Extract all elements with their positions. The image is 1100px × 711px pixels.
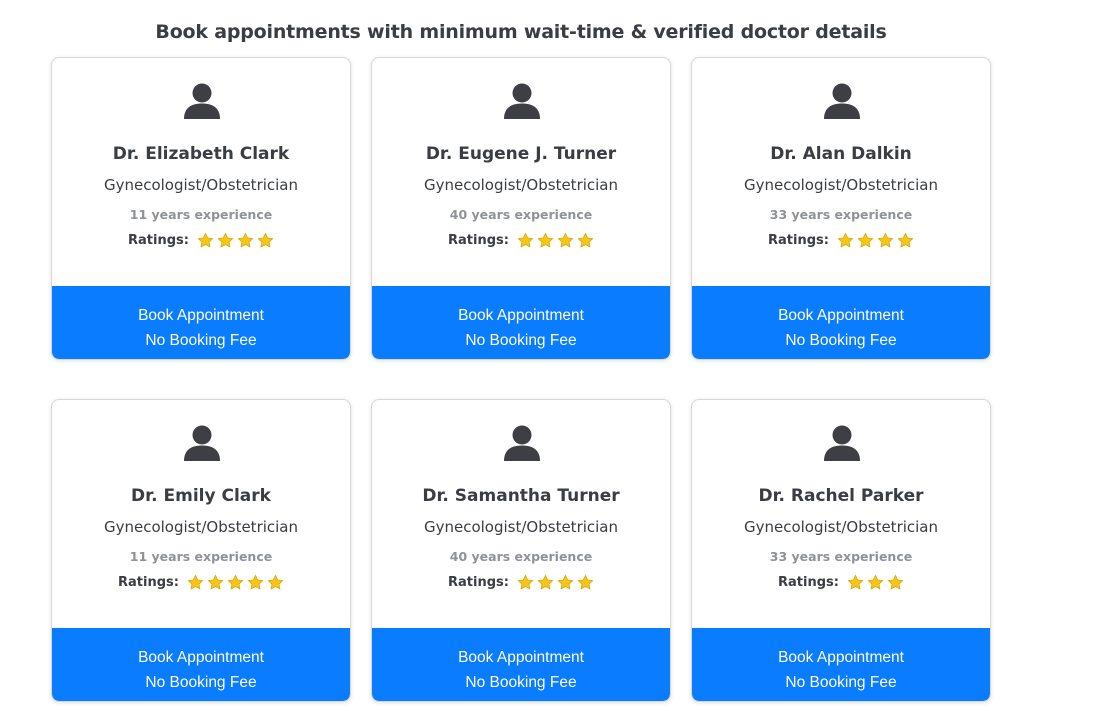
page: Book appointments with minimum wait-time… <box>0 0 1100 711</box>
book-appointment-button[interactable]: Book Appointment No Booking Fee <box>52 286 350 359</box>
book-appointment-button[interactable]: Book Appointment No Booking Fee <box>692 628 990 701</box>
doctor-name: Dr. Alan Dalkin <box>770 144 912 164</box>
page-title: Book appointments with minimum wait-time… <box>155 21 887 43</box>
star-icon <box>867 574 884 590</box>
booking-fee-label: No Booking Fee <box>465 674 577 691</box>
doctor-card: Dr. Alan Dalkin Gynecologist/Obstetricia… <box>691 57 991 360</box>
doctor-specialty: Gynecologist/Obstetrician <box>103 176 299 194</box>
doctor-name: Dr. Rachel Parker <box>758 486 924 506</box>
ratings: Ratings: <box>372 574 670 591</box>
booking-fee-label: No Booking Fee <box>145 332 257 349</box>
doctor-name: Dr. Samantha Turner <box>422 486 620 506</box>
star-icon <box>557 232 574 248</box>
star-icon <box>537 232 554 248</box>
ratings: Ratings: <box>692 232 990 249</box>
star-icon <box>197 232 214 248</box>
book-appointment-button[interactable]: Book Appointment No Booking Fee <box>52 628 350 701</box>
doctor-card: Dr. Eugene J. Turner Gynecologist/Obstet… <box>371 57 671 360</box>
avatar-icon <box>184 83 220 119</box>
star-icon <box>187 574 204 590</box>
star-icon <box>247 574 264 590</box>
book-appointment-button[interactable]: Book Appointment No Booking Fee <box>692 286 990 359</box>
book-button-label: Book Appointment <box>458 307 584 324</box>
star-icon <box>517 574 534 590</box>
book-button-label: Book Appointment <box>138 649 264 666</box>
rating-stars <box>197 232 274 249</box>
booking-fee-label: No Booking Fee <box>145 674 257 691</box>
star-icon <box>227 574 244 590</box>
doctor-experience: 33 years experience <box>769 207 913 222</box>
book-button-label: Book Appointment <box>458 649 584 666</box>
doctor-card: Dr. Samantha Turner Gynecologist/Obstetr… <box>371 399 671 702</box>
star-icon <box>557 574 574 590</box>
doctor-name: Dr. Eugene J. Turner <box>425 144 617 164</box>
doctor-card: Dr. Emily Clark Gynecologist/Obstetricia… <box>51 399 351 702</box>
star-icon <box>847 574 864 590</box>
avatar-icon <box>824 83 860 119</box>
avatar-icon <box>504 83 540 119</box>
ratings-label: Ratings: <box>128 233 189 248</box>
doctor-name: Dr. Elizabeth Clark <box>112 144 290 164</box>
doctor-grid: Dr. Elizabeth Clark Gynecologist/Obstetr… <box>51 57 991 702</box>
doctor-specialty: Gynecologist/Obstetrician <box>423 176 619 194</box>
rating-stars <box>847 574 904 591</box>
ratings: Ratings: <box>52 574 350 591</box>
book-button-label: Book Appointment <box>778 649 904 666</box>
avatar-icon <box>184 425 220 461</box>
ratings-label: Ratings: <box>448 575 509 590</box>
doctor-specialty: Gynecologist/Obstetrician <box>743 518 939 536</box>
doctor-card: Dr. Elizabeth Clark Gynecologist/Obstetr… <box>51 57 351 360</box>
ratings: Ratings: <box>372 232 670 249</box>
ratings: Ratings: <box>692 574 990 591</box>
ratings-label: Ratings: <box>118 575 179 590</box>
doctor-experience: 33 years experience <box>769 549 913 564</box>
star-icon <box>537 574 554 590</box>
book-button-label: Book Appointment <box>778 307 904 324</box>
ratings-label: Ratings: <box>448 233 509 248</box>
star-icon <box>577 574 594 590</box>
book-button-label: Book Appointment <box>138 307 264 324</box>
doctor-card: Dr. Rachel Parker Gynecologist/Obstetric… <box>691 399 991 702</box>
rating-stars <box>837 232 914 249</box>
star-icon <box>257 232 274 248</box>
doctor-specialty: Gynecologist/Obstetrician <box>743 176 939 194</box>
ratings: Ratings: <box>52 232 350 249</box>
doctor-specialty: Gynecologist/Obstetrician <box>103 518 299 536</box>
rating-stars <box>187 574 284 591</box>
star-icon <box>217 232 234 248</box>
doctor-experience: 11 years experience <box>129 549 273 564</box>
star-icon <box>877 232 894 248</box>
star-icon <box>207 574 224 590</box>
ratings-label: Ratings: <box>778 575 839 590</box>
booking-fee-label: No Booking Fee <box>465 332 577 349</box>
doctor-specialty: Gynecologist/Obstetrician <box>423 518 619 536</box>
book-appointment-button[interactable]: Book Appointment No Booking Fee <box>372 286 670 359</box>
doctor-name: Dr. Emily Clark <box>131 486 271 506</box>
star-icon <box>267 574 284 590</box>
doctor-experience: 40 years experience <box>449 549 593 564</box>
star-icon <box>577 232 594 248</box>
star-icon <box>887 574 904 590</box>
star-icon <box>897 232 914 248</box>
avatar-icon <box>824 425 860 461</box>
doctor-experience: 11 years experience <box>129 207 273 222</box>
rating-stars <box>517 574 594 591</box>
booking-fee-label: No Booking Fee <box>785 674 897 691</box>
book-appointment-button[interactable]: Book Appointment No Booking Fee <box>372 628 670 701</box>
ratings-label: Ratings: <box>768 233 829 248</box>
avatar-icon <box>504 425 540 461</box>
doctor-experience: 40 years experience <box>449 207 593 222</box>
rating-stars <box>517 232 594 249</box>
star-icon <box>857 232 874 248</box>
star-icon <box>837 232 854 248</box>
star-icon <box>237 232 254 248</box>
booking-fee-label: No Booking Fee <box>785 332 897 349</box>
star-icon <box>517 232 534 248</box>
